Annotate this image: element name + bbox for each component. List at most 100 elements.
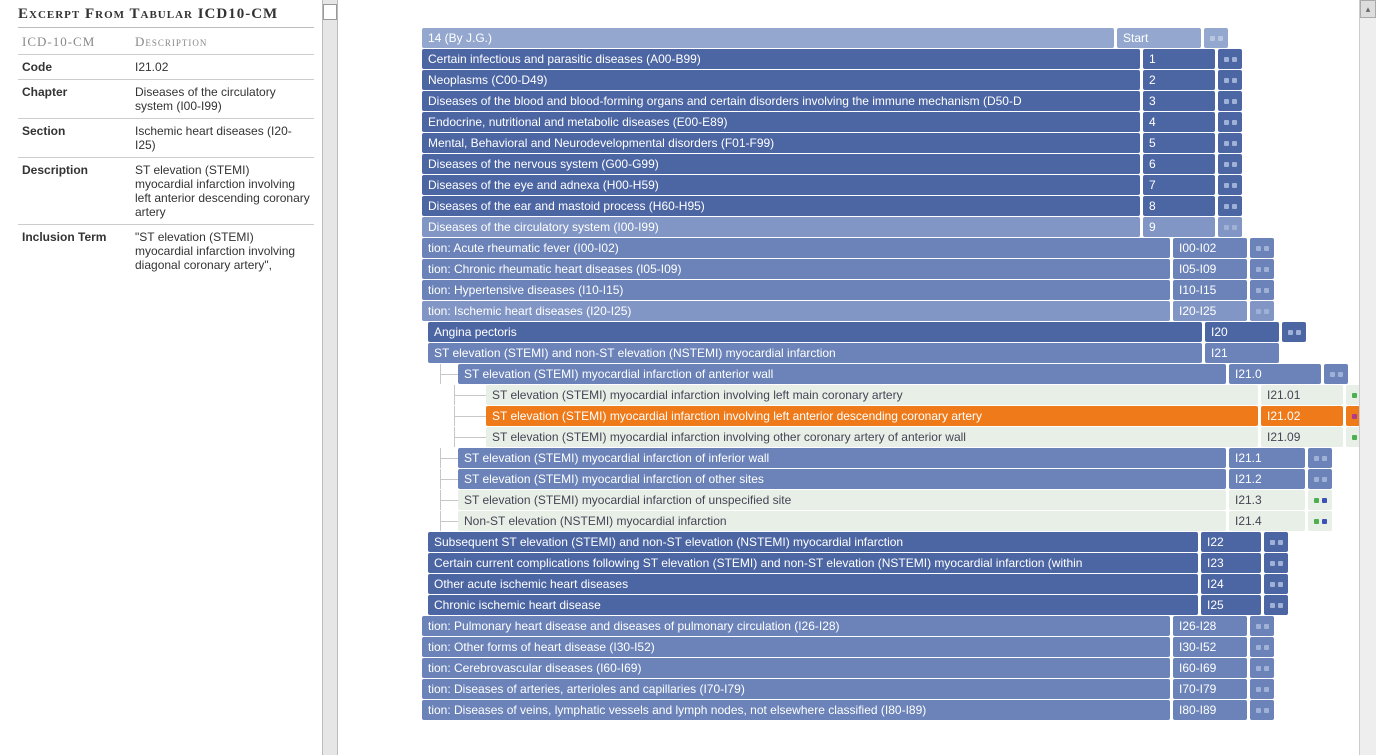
- tree-code[interactable]: 5: [1143, 133, 1215, 153]
- tree-label[interactable]: Diseases of the eye and adnexa (H00-H59): [422, 175, 1140, 195]
- status-dots[interactable]: [1282, 322, 1306, 342]
- tree-label[interactable]: ST elevation (STEMI) myocardial infarcti…: [486, 385, 1258, 405]
- status-dots[interactable]: [1308, 490, 1332, 510]
- tree-label[interactable]: tion: Chronic rheumatic heart diseases (…: [422, 259, 1170, 279]
- tree-label[interactable]: Diseases of the circulatory system (I00-…: [422, 217, 1140, 237]
- tree-row[interactable]: tion: Diseases of veins, lymphatic vesse…: [422, 700, 1376, 720]
- status-dots[interactable]: [1218, 112, 1242, 132]
- tree-label[interactable]: ST elevation (STEMI) myocardial infarcti…: [458, 364, 1226, 384]
- tree-row[interactable]: Other acute ischemic heart diseasesI24: [422, 574, 1376, 594]
- status-dots[interactable]: [1218, 70, 1242, 90]
- tree-row[interactable]: Angina pectorisI20: [422, 322, 1376, 342]
- tree-code[interactable]: Start: [1117, 28, 1201, 48]
- tree-row[interactable]: tion: Chronic rheumatic heart diseases (…: [422, 259, 1376, 279]
- status-dots[interactable]: [1218, 175, 1242, 195]
- status-dots[interactable]: [1250, 238, 1274, 258]
- tree-code[interactable]: 1: [1143, 49, 1215, 69]
- status-dots[interactable]: [1250, 616, 1274, 636]
- tree-label[interactable]: Mental, Behavioral and Neurodevelopmenta…: [422, 133, 1140, 153]
- tree-label[interactable]: Diseases of the ear and mastoid process …: [422, 196, 1140, 216]
- status-dots[interactable]: [1218, 196, 1242, 216]
- tree-code[interactable]: I25: [1201, 595, 1261, 615]
- tree-row[interactable]: Subsequent ST elevation (STEMI) and non-…: [422, 532, 1376, 552]
- status-dots[interactable]: [1264, 574, 1288, 594]
- tree-code[interactable]: I20-I25: [1173, 301, 1247, 321]
- tree-code[interactable]: I21.0: [1229, 364, 1321, 384]
- tree-code[interactable]: I00-I02: [1173, 238, 1247, 258]
- status-dots[interactable]: [1218, 154, 1242, 174]
- tree-label[interactable]: Non-ST elevation (NSTEMI) myocardial inf…: [458, 511, 1226, 531]
- tree-label[interactable]: tion: Other forms of heart disease (I30-…: [422, 637, 1170, 657]
- tree-row[interactable]: ST elevation (STEMI) myocardial infarcti…: [422, 364, 1376, 384]
- tree-row[interactable]: ST elevation (STEMI) myocardial infarcti…: [422, 427, 1376, 447]
- tree-label[interactable]: tion: Cerebrovascular diseases (I60-I69): [422, 658, 1170, 678]
- tree-row[interactable]: Chronic ischemic heart diseaseI25: [422, 595, 1376, 615]
- tree-row[interactable]: Diseases of the eye and adnexa (H00-H59)…: [422, 175, 1376, 195]
- tree-code[interactable]: 9: [1143, 217, 1215, 237]
- tree-label[interactable]: 14 (By J.G.): [422, 28, 1114, 48]
- status-dots[interactable]: [1250, 280, 1274, 300]
- status-dots[interactable]: [1324, 364, 1348, 384]
- status-dots[interactable]: [1308, 511, 1332, 531]
- splitter[interactable]: [322, 0, 338, 755]
- tree-label[interactable]: Certain current complications following …: [428, 553, 1198, 573]
- tree-code[interactable]: I21: [1205, 343, 1279, 363]
- status-dots[interactable]: [1264, 553, 1288, 573]
- splitter-handle-icon[interactable]: [323, 4, 337, 20]
- tree-label[interactable]: tion: Diseases of arteries, arterioles a…: [422, 679, 1170, 699]
- tree-row[interactable]: Neoplasms (C00-D49)2: [422, 70, 1376, 90]
- tree-code[interactable]: 6: [1143, 154, 1215, 174]
- tree-row[interactable]: Mental, Behavioral and Neurodevelopmenta…: [422, 133, 1376, 153]
- status-dots[interactable]: [1308, 448, 1332, 468]
- tree-label[interactable]: tion: Pulmonary heart disease and diseas…: [422, 616, 1170, 636]
- tree-code[interactable]: I23: [1201, 553, 1261, 573]
- tree-label[interactable]: tion: Hypertensive diseases (I10-I15): [422, 280, 1170, 300]
- tree-code[interactable]: I70-I79: [1173, 679, 1247, 699]
- tree-panel[interactable]: 14 (By J.G.)StartCertain infectious and …: [338, 0, 1376, 755]
- status-dots[interactable]: [1264, 532, 1288, 552]
- tree-row[interactable]: 14 (By J.G.)Start: [422, 28, 1376, 48]
- status-dots[interactable]: [1218, 49, 1242, 69]
- status-dots[interactable]: [1218, 133, 1242, 153]
- tree-code[interactable]: I30-I52: [1173, 637, 1247, 657]
- tree-code[interactable]: I20: [1205, 322, 1279, 342]
- tree-row[interactable]: ST elevation (STEMI) and non-ST elevatio…: [422, 343, 1376, 363]
- tree-label[interactable]: tion: Diseases of veins, lymphatic vesse…: [422, 700, 1170, 720]
- tree-row[interactable]: Diseases of the circulatory system (I00-…: [422, 217, 1376, 237]
- tree-row[interactable]: ST elevation (STEMI) myocardial infarcti…: [422, 448, 1376, 468]
- tree-row[interactable]: Endocrine, nutritional and metabolic dis…: [422, 112, 1376, 132]
- tree-row[interactable]: tion: Ischemic heart diseases (I20-I25)I…: [422, 301, 1376, 321]
- tree-code[interactable]: I22: [1201, 532, 1261, 552]
- tree-row[interactable]: tion: Pulmonary heart disease and diseas…: [422, 616, 1376, 636]
- tree-row[interactable]: Diseases of the blood and blood-forming …: [422, 91, 1376, 111]
- tree-label[interactable]: ST elevation (STEMI) myocardial infarcti…: [458, 490, 1226, 510]
- tree-code[interactable]: I21.3: [1229, 490, 1305, 510]
- tree-code[interactable]: 4: [1143, 112, 1215, 132]
- vertical-scrollbar[interactable]: ▴: [1359, 0, 1376, 755]
- tree-row[interactable]: Certain infectious and parasitic disease…: [422, 49, 1376, 69]
- tree-row[interactable]: ST elevation (STEMI) myocardial infarcti…: [422, 406, 1376, 426]
- tree-label[interactable]: Diseases of the nervous system (G00-G99): [422, 154, 1140, 174]
- status-dots[interactable]: [1218, 217, 1242, 237]
- tree-code[interactable]: I24: [1201, 574, 1261, 594]
- tree-row[interactable]: Diseases of the nervous system (G00-G99)…: [422, 154, 1376, 174]
- tree-label[interactable]: Chronic ischemic heart disease: [428, 595, 1198, 615]
- status-dots[interactable]: [1250, 637, 1274, 657]
- status-dots[interactable]: [1250, 259, 1274, 279]
- tree-code[interactable]: 3: [1143, 91, 1215, 111]
- tree-row[interactable]: Non-ST elevation (NSTEMI) myocardial inf…: [422, 511, 1376, 531]
- tree-row[interactable]: ST elevation (STEMI) myocardial infarcti…: [422, 385, 1376, 405]
- tree-label[interactable]: Other acute ischemic heart diseases: [428, 574, 1198, 594]
- scroll-up-icon[interactable]: ▴: [1360, 0, 1376, 18]
- status-dots[interactable]: [1250, 658, 1274, 678]
- tree-label[interactable]: Subsequent ST elevation (STEMI) and non-…: [428, 532, 1198, 552]
- tree-label[interactable]: Neoplasms (C00-D49): [422, 70, 1140, 90]
- tree-code[interactable]: I60-I69: [1173, 658, 1247, 678]
- tree-label[interactable]: Endocrine, nutritional and metabolic dis…: [422, 112, 1140, 132]
- tree-code[interactable]: I21.01: [1261, 385, 1343, 405]
- tree-code[interactable]: I21.4: [1229, 511, 1305, 531]
- tree-code[interactable]: I05-I09: [1173, 259, 1247, 279]
- tree-row[interactable]: tion: Diseases of arteries, arterioles a…: [422, 679, 1376, 699]
- tree-row[interactable]: Certain current complications following …: [422, 553, 1376, 573]
- status-dots[interactable]: [1218, 91, 1242, 111]
